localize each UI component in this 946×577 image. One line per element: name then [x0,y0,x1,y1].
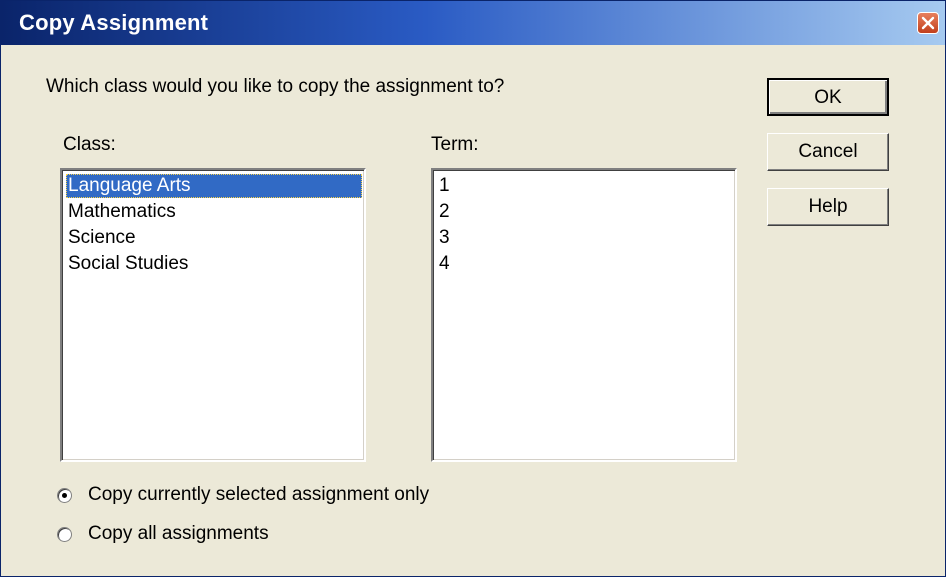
class-item-mathematics[interactable]: Mathematics [66,200,176,224]
class-item-science[interactable]: Science [66,226,136,250]
radio-button-unselected[interactable] [57,526,72,542]
prompt-text: Which class would you like to copy the a… [46,76,505,97]
term-listbox[interactable]: 1 2 3 4 [431,168,737,462]
dialog-title: Copy Assignment [19,10,209,35]
close-icon [921,16,935,30]
help-button[interactable]: Help [767,188,889,226]
term-item-3[interactable]: 3 [437,226,450,250]
term-label: Term: [431,134,479,155]
radio-copy-current-only[interactable]: Copy currently selected assignment only [57,483,429,507]
class-item-language-arts[interactable]: Language Arts [66,174,362,198]
radio-copy-all[interactable]: Copy all assignments [57,522,269,546]
term-item-4[interactable]: 4 [437,252,450,276]
radio-label-all: Copy all assignments [88,523,269,544]
radio-dot-icon [62,492,67,498]
close-button[interactable] [917,12,939,34]
radio-button-selected[interactable] [57,487,72,503]
copy-assignment-dialog: Copy Assignment Which class would you li… [0,0,946,577]
class-listbox[interactable]: Language Arts Mathematics Science Social… [60,168,366,462]
term-item-2[interactable]: 2 [437,200,450,224]
term-item-1[interactable]: 1 [437,174,450,198]
class-item-social-studies[interactable]: Social Studies [66,252,188,276]
cancel-button[interactable]: Cancel [767,133,889,171]
title-bar[interactable]: Copy Assignment [1,1,945,45]
ok-button[interactable]: OK [767,78,889,116]
class-label: Class: [63,134,116,155]
radio-label-current-only: Copy currently selected assignment only [88,484,430,505]
